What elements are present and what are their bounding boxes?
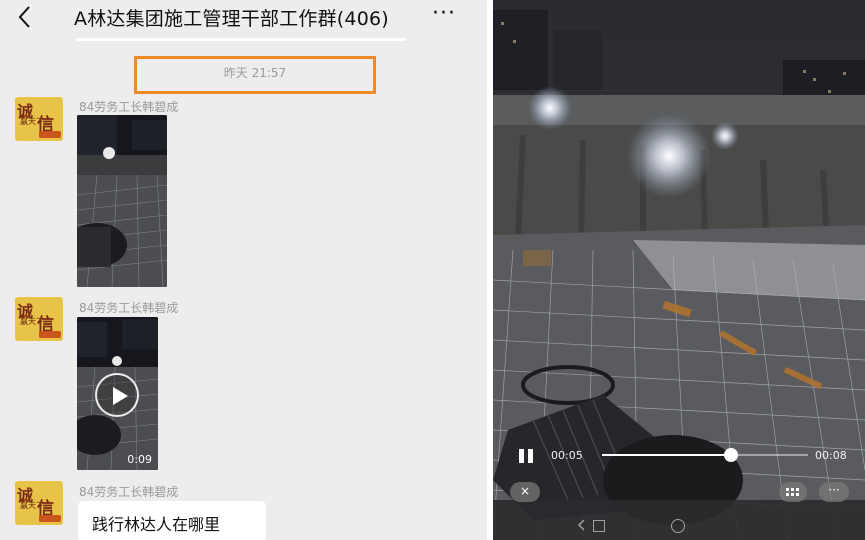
message-text: 践行林达人在哪里 — [92, 515, 221, 534]
chat-header: A林达集团施工管理干部工作群(406) ··· — [0, 0, 487, 36]
avatar-stamp — [39, 331, 61, 338]
message-bubble[interactable]: 践行林达人在哪里 — [78, 501, 266, 540]
construction-site-video-frame — [493, 0, 865, 540]
system-nav-bar — [493, 512, 865, 540]
more-icon[interactable]: ··· — [819, 482, 849, 502]
time-elapsed: 00:05 — [551, 449, 583, 462]
grid-icon — [786, 488, 799, 496]
avatar-stamp — [39, 131, 61, 138]
back-button[interactable] — [14, 4, 38, 30]
message-sender: 84劳务工长韩碧成 — [79, 485, 179, 499]
video-duration: 0:09 — [127, 453, 152, 466]
more-options-button[interactable]: ··· — [432, 3, 464, 28]
avatar[interactable]: 诚 赢天下 信 — [15, 97, 63, 141]
pause-button[interactable] — [517, 449, 537, 465]
grid-button[interactable] — [779, 482, 807, 502]
avatar[interactable]: 诚 赢天下 信 — [15, 297, 63, 341]
pause-icon — [528, 449, 533, 463]
avatar[interactable]: 诚 赢天下 信 — [15, 481, 63, 525]
avatar-stamp — [39, 515, 61, 522]
chat-panel: A林达集团施工管理干部工作群(406) ··· 昨天 21:57 诚 赢天下 信… — [0, 0, 487, 540]
video-thumbnail[interactable]: 0:09 — [77, 317, 158, 470]
close-icon[interactable]: × — [510, 482, 540, 502]
pause-icon — [519, 449, 524, 463]
message-timestamp: 昨天 21:57 — [223, 66, 287, 80]
play-icon — [113, 387, 128, 405]
header-divider — [76, 38, 406, 41]
progress-handle[interactable] — [723, 448, 738, 462]
nav-square-icon[interactable] — [593, 520, 605, 532]
time-total: 00:08 — [815, 449, 847, 462]
message-sender: 84劳务工长韩碧成 — [79, 100, 179, 114]
video-player[interactable]: 00:05 00:08 × ··· — [493, 0, 865, 540]
construction-site-image — [77, 115, 167, 287]
message-sender: 84劳务工长韩碧成 — [79, 301, 179, 315]
progress-fill — [602, 454, 731, 456]
nav-back-icon[interactable] — [575, 518, 589, 532]
video-thumbnail[interactable] — [77, 115, 167, 287]
nav-home-icon[interactable] — [671, 519, 685, 533]
play-button[interactable] — [95, 373, 139, 417]
timestamp-highlight-box: 昨天 21:57 — [134, 56, 376, 94]
chevron-left-icon — [18, 6, 30, 28]
chat-title: A林达集团施工管理干部工作群(406) — [74, 8, 389, 30]
